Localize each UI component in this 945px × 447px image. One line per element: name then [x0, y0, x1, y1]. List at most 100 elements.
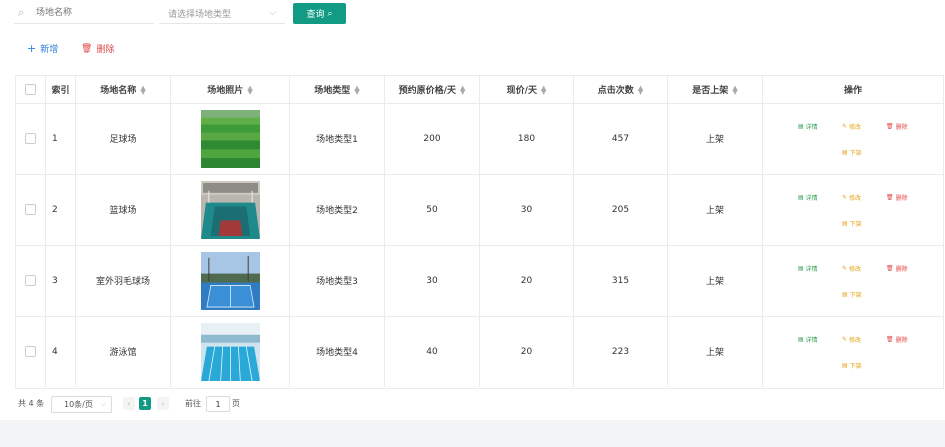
swimming-pool-photo[interactable] — [200, 322, 260, 381]
take-down-button[interactable]: ▤ 下架 — [842, 361, 862, 370]
row-price: 20 — [480, 245, 574, 316]
row-checkbox[interactable] — [25, 275, 36, 286]
sort-icon[interactable]: ▲ ▼ — [460, 84, 465, 95]
row-select-cell — [16, 103, 46, 174]
row-type: 场地类型1 — [290, 103, 385, 174]
pencil-icon: ✎ — [842, 194, 848, 201]
row-delete-button[interactable]: 🗑 删除 — [886, 122, 908, 131]
detail-button[interactable]: ▤ 详情 — [798, 264, 818, 273]
header-orig-price-label: 预约原价格/天 — [398, 86, 456, 96]
detail-button[interactable]: ▤ 详情 — [798, 193, 818, 202]
venue-type-select[interactable]: 请选择场地类型 ⌵ — [159, 3, 285, 24]
header-photo[interactable]: 场地照片 ▲ ▼ — [171, 76, 290, 103]
take-down-button[interactable]: ▤ 下架 — [842, 219, 862, 228]
next-page-button[interactable]: › — [157, 397, 169, 410]
row-checkbox[interactable] — [25, 133, 36, 144]
header-type[interactable]: 场地类型 ▲ ▼ — [290, 76, 385, 103]
edit-button[interactable]: ✎ 修改 — [842, 193, 861, 202]
edit-button[interactable]: ✎ 修改 — [842, 122, 861, 131]
venue-name-input[interactable] — [34, 7, 148, 19]
edit-label: 修改 — [849, 266, 862, 273]
query-button[interactable]: 查询 ⌕ — [293, 3, 346, 24]
prev-page-button[interactable]: ‹ — [123, 397, 135, 410]
list-icon: ▤ — [842, 291, 848, 298]
detail-button[interactable]: ▤ 详情 — [798, 335, 818, 344]
venue-type-placeholder: 请选择场地类型 — [168, 9, 232, 20]
list-icon: ▤ — [842, 220, 848, 227]
trash-icon: 🗑 — [81, 43, 93, 54]
row-price: 30 — [480, 174, 574, 245]
edit-button[interactable]: ✎ 修改 — [842, 335, 861, 344]
row-delete-label: 删除 — [895, 195, 908, 202]
header-name[interactable]: 场地名称 ▲ ▼ — [76, 76, 171, 103]
take-down-button[interactable]: ▤ 下架 — [842, 290, 862, 299]
sort-icon[interactable]: ▲ ▼ — [354, 84, 359, 95]
row-clicks: 223 — [574, 316, 668, 387]
row-clicks: 205 — [574, 174, 668, 245]
row-delete-button[interactable]: 🗑 删除 — [886, 264, 908, 273]
row-photo-cell — [171, 316, 290, 387]
add-button[interactable]: + 新增 — [27, 42, 58, 55]
header-price[interactable]: 现价/天 ▲ ▼ — [480, 76, 574, 103]
badminton-court-photo[interactable] — [200, 251, 260, 310]
header-clicks[interactable]: 点击次数 ▲ ▼ — [574, 76, 668, 103]
table-row: 1 足球场 场地类型1 200 180 457 上架 ▤ 详情 ✎ 修改 🗑 删… — [16, 103, 943, 175]
header-listed[interactable]: 是否上架 ▲ ▼ — [668, 76, 763, 103]
row-name: 游泳馆 — [76, 316, 171, 387]
page-size-value: 10条/页 — [64, 400, 93, 409]
page-size-select[interactable]: 10条/页 ⌵ — [51, 396, 112, 413]
page-number-current[interactable]: 1 — [139, 397, 151, 410]
row-clicks: 457 — [574, 103, 668, 174]
row-photo-cell — [171, 103, 290, 174]
basketball-court-photo[interactable] — [200, 180, 260, 239]
row-name: 篮球场 — [76, 174, 171, 245]
sort-icon[interactable]: ▲ ▼ — [732, 84, 737, 95]
chevron-right-icon: › — [161, 399, 165, 408]
select-all-checkbox[interactable] — [25, 84, 36, 95]
delete-label: 删除 — [96, 45, 115, 55]
row-checkbox[interactable] — [25, 204, 36, 215]
edit-label: 修改 — [849, 195, 862, 202]
take-down-button[interactable]: ▤ 下架 — [842, 148, 862, 157]
sort-icon[interactable]: ▲ ▼ — [247, 84, 252, 95]
row-delete-button[interactable]: 🗑 删除 — [886, 193, 908, 202]
take-down-label: 下架 — [849, 292, 862, 299]
detail-label: 详情 — [805, 124, 818, 131]
row-checkbox[interactable] — [25, 346, 36, 357]
row-photo-cell — [171, 245, 290, 316]
table-row: 3 室外羽毛球场 场地类型3 30 20 315 上架 ▤ 详情 ✎ 修改 🗑 … — [16, 245, 943, 317]
edit-button[interactable]: ✎ 修改 — [842, 264, 861, 273]
row-delete-button[interactable]: 🗑 删除 — [886, 335, 908, 344]
row-listed: 上架 — [668, 174, 763, 245]
row-index: 1 — [46, 103, 76, 174]
row-type: 场地类型2 — [290, 174, 385, 245]
sort-icon[interactable]: ▲ ▼ — [140, 84, 145, 95]
trash-icon: 🗑 — [886, 123, 894, 130]
row-delete-label: 删除 — [895, 266, 908, 273]
row-listed: 上架 — [668, 103, 763, 174]
plus-icon: + — [27, 42, 37, 55]
pagination-total: 共 4 条 — [18, 399, 45, 408]
row-actions: ▤ 详情 ✎ 修改 🗑 删除 ▤ 下架 — [763, 316, 943, 387]
header-orig-price[interactable]: 预约原价格/天 ▲ ▼ — [385, 76, 480, 103]
row-index: 3 — [46, 245, 76, 316]
goto-page-input[interactable]: 1 — [206, 396, 230, 412]
delete-button[interactable]: 🗑 删除 — [81, 42, 115, 56]
row-actions: ▤ 详情 ✎ 修改 🗑 删除 ▤ 下架 — [763, 245, 943, 316]
query-label: 查询 — [306, 10, 325, 20]
sort-icon[interactable]: ▲ ▼ — [638, 84, 643, 95]
row-actions: ▤ 详情 ✎ 修改 🗑 删除 ▤ 下架 — [763, 103, 943, 174]
add-label: 新增 — [40, 45, 59, 55]
goto-label: 前往 — [185, 399, 201, 408]
football-field-photo[interactable] — [200, 109, 260, 168]
row-clicks: 315 — [574, 245, 668, 316]
select-all-cell — [16, 76, 46, 103]
sort-icon[interactable]: ▲ ▼ — [541, 84, 546, 95]
goto-suffix: 页 — [232, 399, 240, 408]
document-icon: ▤ — [798, 336, 804, 343]
row-name: 足球场 — [76, 103, 171, 174]
detail-button[interactable]: ▤ 详情 — [798, 122, 818, 131]
row-price: 20 — [480, 316, 574, 387]
pencil-icon: ✎ — [842, 123, 848, 130]
venue-name-search[interactable]: ⌕ — [14, 3, 154, 24]
